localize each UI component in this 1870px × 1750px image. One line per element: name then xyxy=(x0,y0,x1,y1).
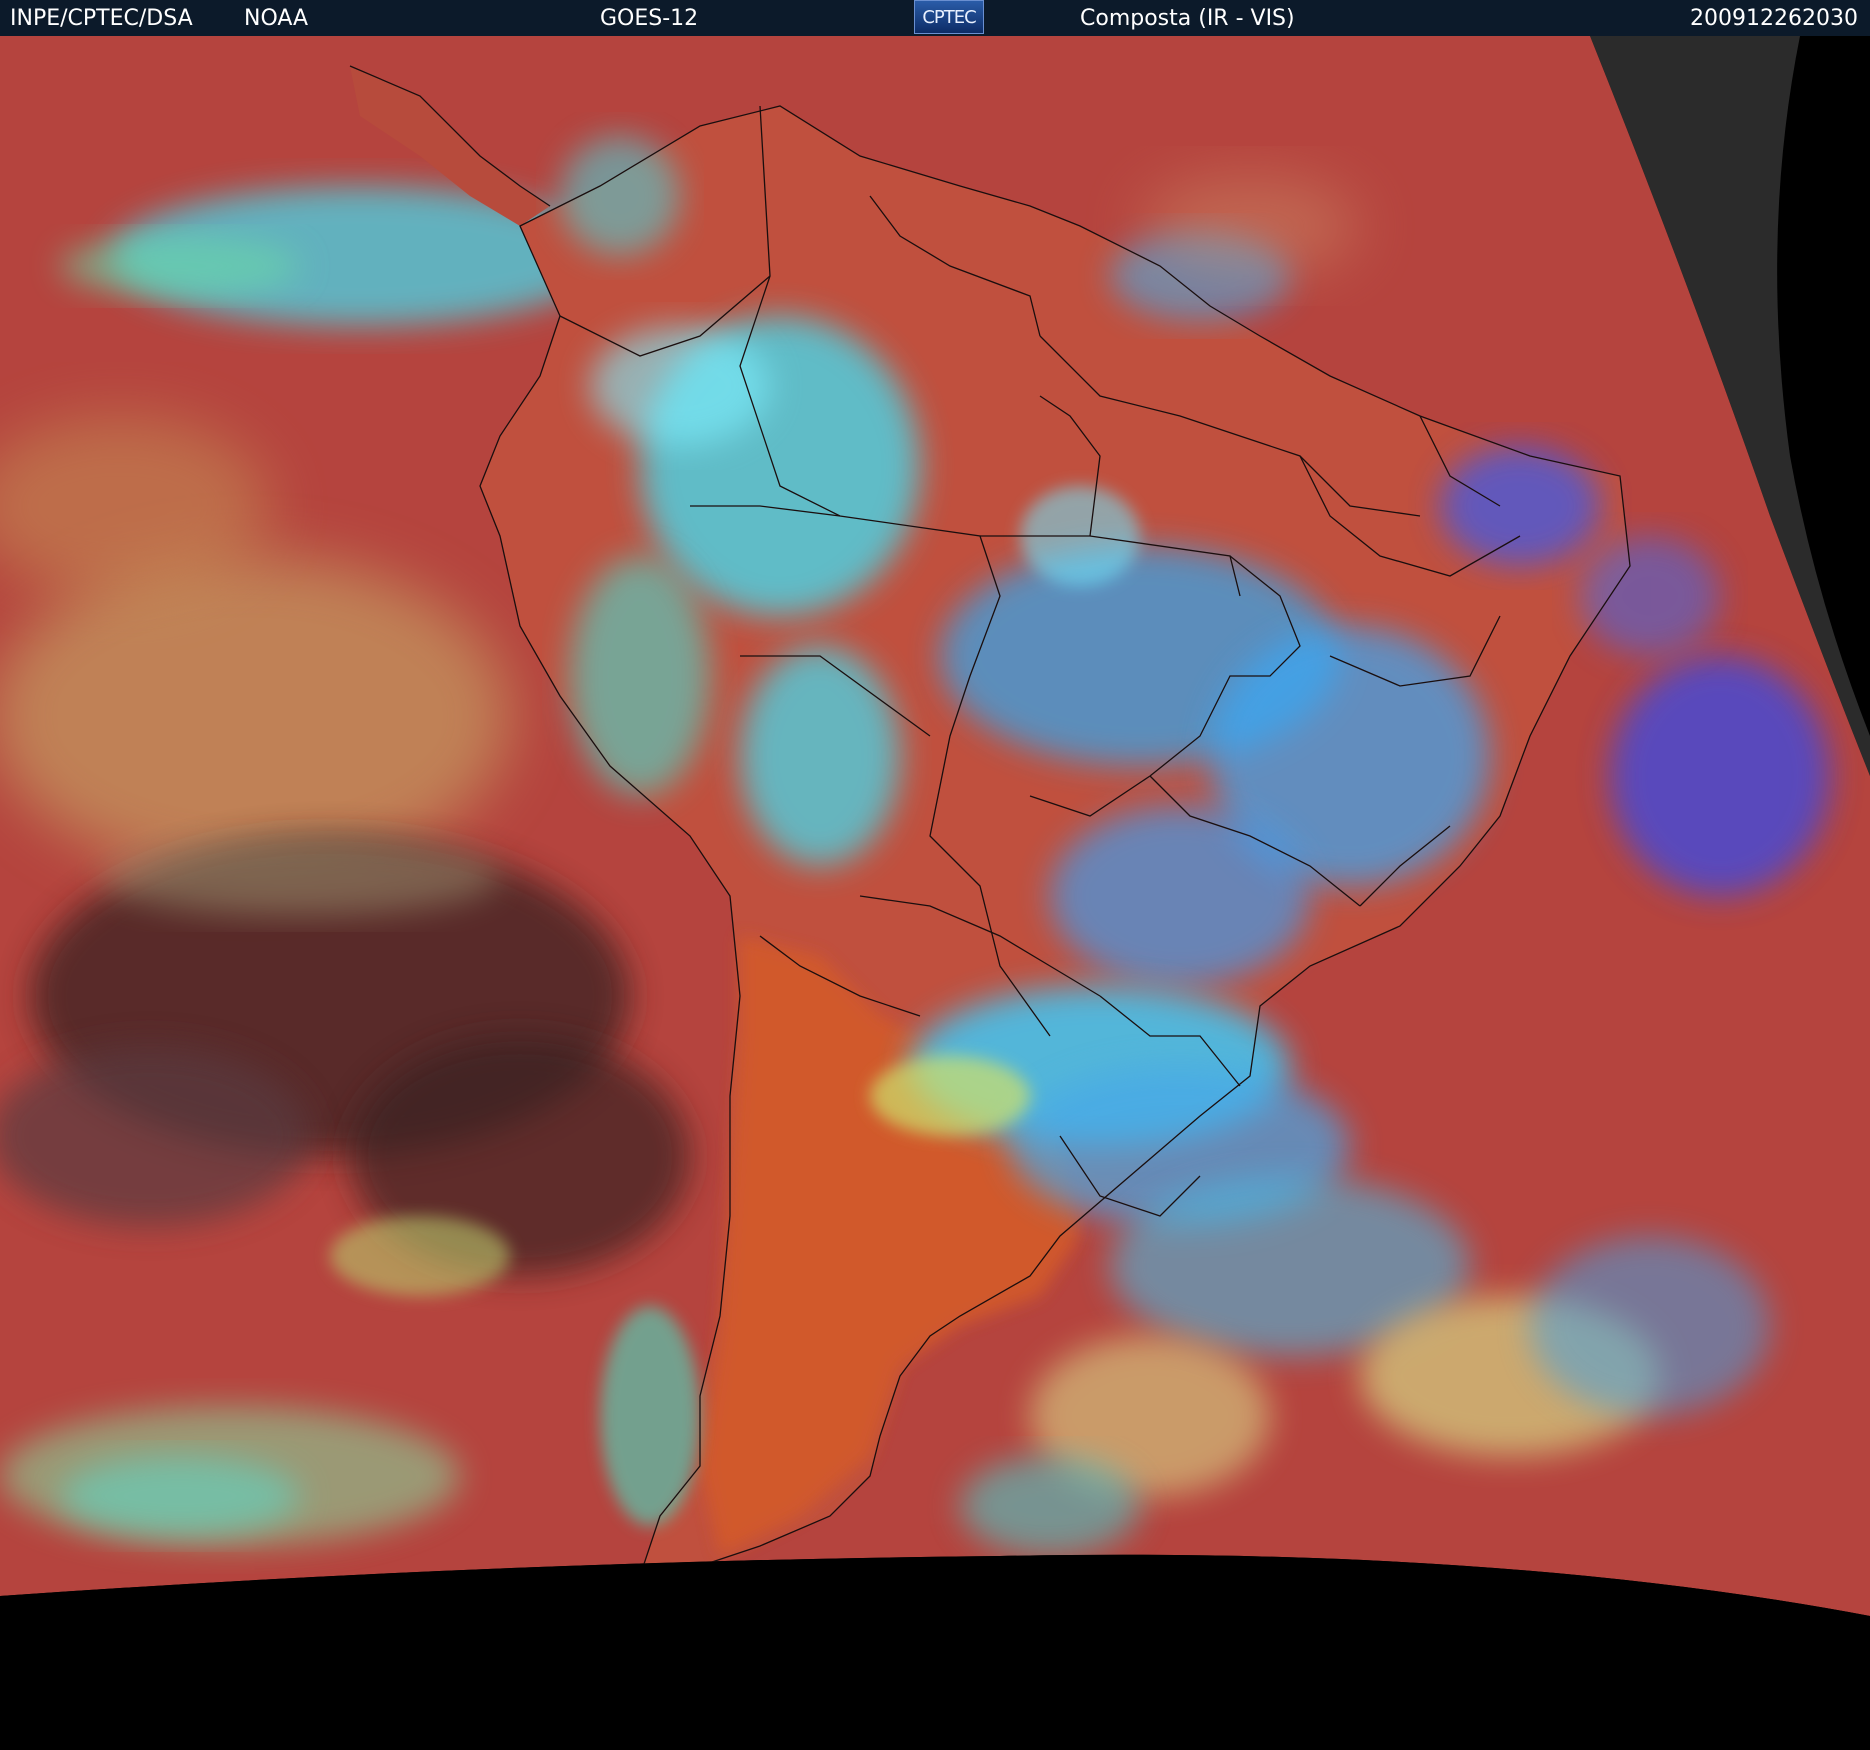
timestamp-label: 200912262030 xyxy=(1690,6,1858,31)
satellite-label: GOES-12 xyxy=(600,6,699,31)
cptec-logo: CPTEC xyxy=(914,0,984,34)
satellite-composite-image xyxy=(0,36,1870,1750)
agency-label: NOAA xyxy=(244,6,309,31)
space-bottom xyxy=(0,1554,1870,1750)
logo-text: CPTEC xyxy=(922,6,976,28)
satellite-map xyxy=(0,36,1870,1750)
image-header: INPE/CPTEC/DSA NOAA GOES-12 CPTEC Compos… xyxy=(0,0,1870,36)
product-label: Composta (IR - VIS) xyxy=(1080,6,1295,31)
source-label: INPE/CPTEC/DSA xyxy=(10,6,193,31)
earth-disk xyxy=(0,36,1870,1616)
